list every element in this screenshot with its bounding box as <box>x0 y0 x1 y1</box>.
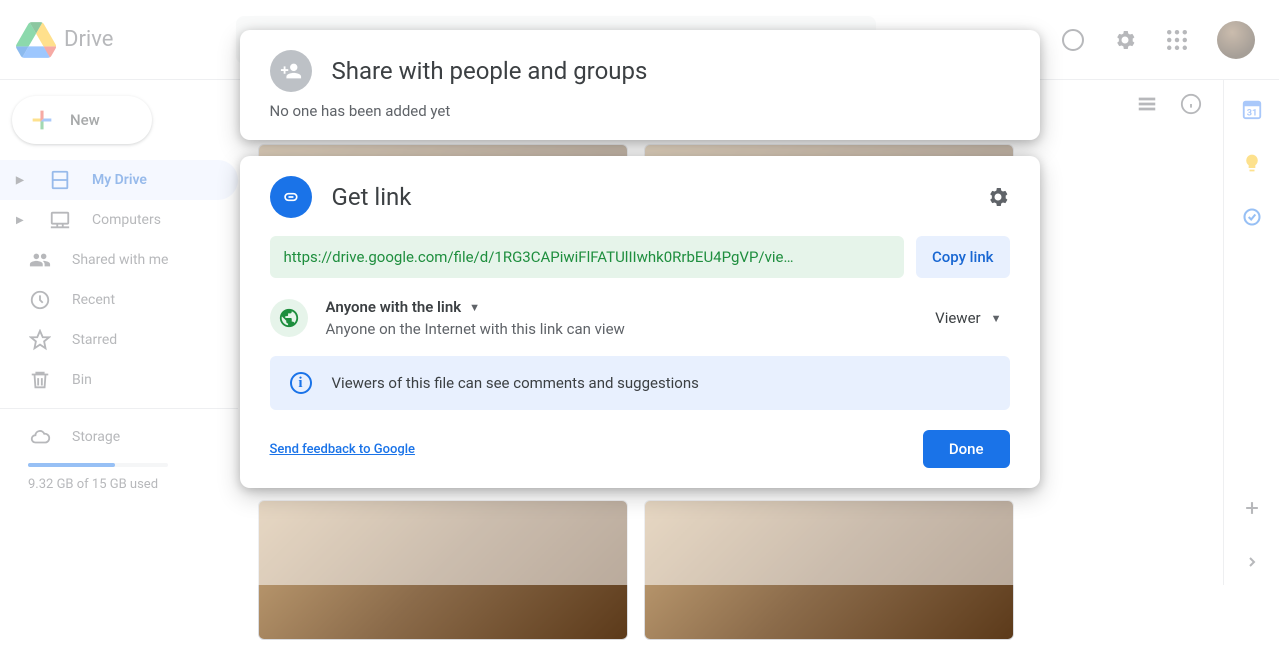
role-select[interactable]: Viewer ▼ <box>927 303 1009 333</box>
info-banner-text: Viewers of this file can see comments an… <box>332 374 699 392</box>
share-dialog: Share with people and groups No one has … <box>240 30 1040 504</box>
chevron-down-icon: ▼ <box>469 301 480 314</box>
chevron-down-icon: ▼ <box>991 312 1002 325</box>
link-card-title: Get link <box>332 183 412 211</box>
info-icon: i <box>290 372 312 394</box>
role-label: Viewer <box>935 309 980 327</box>
access-scope-select[interactable]: Anyone with the link ▼ Anyone on the Int… <box>326 298 910 338</box>
link-settings-gear-icon[interactable] <box>986 185 1010 209</box>
done-button[interactable]: Done <box>923 430 1010 468</box>
access-scope-description: Anyone on the Internet with this link ca… <box>326 320 910 338</box>
person-add-icon <box>270 50 312 92</box>
info-banner: i Viewers of this file can see comments … <box>270 356 1010 410</box>
get-link-card: Get link https://drive.google.com/file/d… <box>240 156 1040 488</box>
share-card-subtitle: No one has been added yet <box>270 102 1010 120</box>
send-feedback-link[interactable]: Send feedback to Google <box>270 442 415 457</box>
share-url-field[interactable]: https://drive.google.com/file/d/1RG3CAPi… <box>270 236 904 278</box>
share-card-title: Share with people and groups <box>332 57 648 85</box>
access-scope-label: Anyone with the link <box>326 298 462 316</box>
link-icon <box>270 176 312 218</box>
copy-link-button[interactable]: Copy link <box>916 236 1010 278</box>
share-people-card: Share with people and groups No one has … <box>240 30 1040 140</box>
globe-icon <box>270 299 308 337</box>
